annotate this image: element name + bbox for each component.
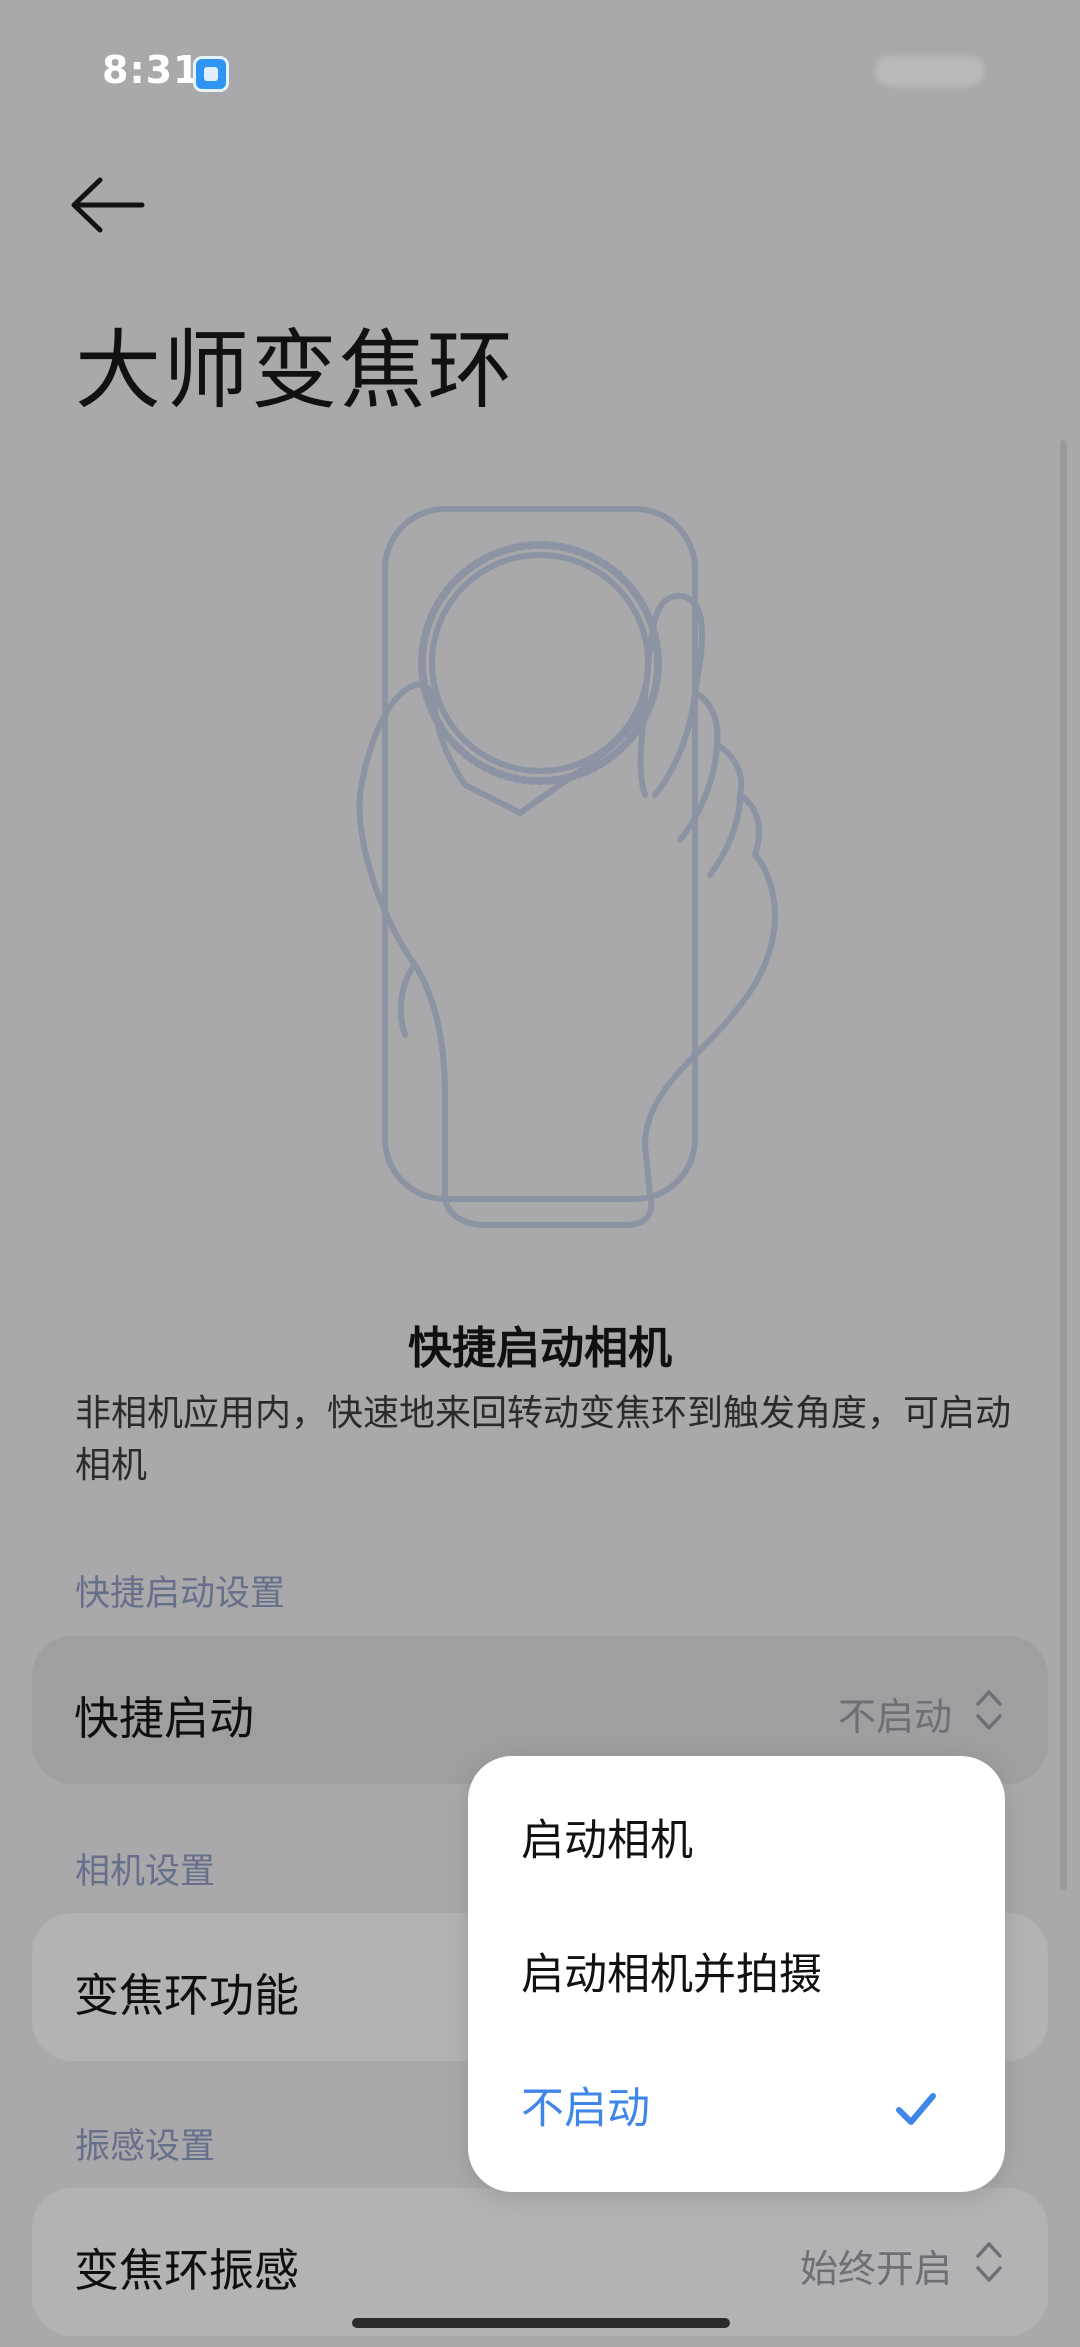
- option-label: 启动相机: [521, 1816, 693, 1866]
- back-button[interactable]: [64, 170, 154, 240]
- home-indicator[interactable]: [352, 2318, 730, 2328]
- option-do-not-launch[interactable]: 不启动: [468, 2042, 1005, 2176]
- option-launch-camera[interactable]: 启动相机: [468, 1774, 1005, 1908]
- zoom-ring-haptics-value: 始终开启: [799, 2247, 952, 2291]
- zoom-ring-haptics-row[interactable]: 变焦环振感 始终开启: [32, 2188, 1048, 2336]
- option-launch-and-shoot[interactable]: 启动相机并拍摄: [468, 1908, 1005, 2042]
- quick-launch-dropdown: 启动相机 启动相机并拍摄 不启动: [468, 1756, 1005, 2192]
- quick-launch-value: 不启动: [837, 1695, 952, 1739]
- section-header-quick-launch: 快捷启动设置: [75, 1574, 286, 1614]
- chevron-updown-icon: [976, 1690, 1002, 1730]
- zoom-ring-illustration: [345, 495, 785, 1235]
- status-time: 8:31: [102, 48, 201, 92]
- arrow-left-icon: [71, 177, 145, 233]
- chevron-updown-icon: [976, 2242, 1002, 2282]
- feature-description: 非相机应用内，快速地来回转动变焦环到触发角度，可启动相机: [75, 1393, 1012, 1486]
- option-label: 启动相机并拍摄: [521, 1950, 822, 2000]
- option-label: 不启动: [521, 2084, 650, 2134]
- checkmark-icon: [896, 2093, 936, 2125]
- status-indicators: [875, 56, 985, 86]
- scrollbar[interactable]: [1060, 440, 1067, 1890]
- notification-app-icon: [193, 56, 229, 92]
- zoom-ring-haptics-label: 变焦环振感: [74, 2244, 300, 2297]
- quick-launch-label: 快捷启动: [74, 1692, 255, 1745]
- feature-title: 快捷启动相机: [408, 1323, 672, 1374]
- page-title: 大师变焦环: [75, 321, 515, 421]
- zoom-ring-function-label: 变焦环功能: [74, 1969, 300, 2022]
- section-header-camera: 相机设置: [75, 1852, 216, 1892]
- section-header-haptics: 振感设置: [75, 2127, 216, 2167]
